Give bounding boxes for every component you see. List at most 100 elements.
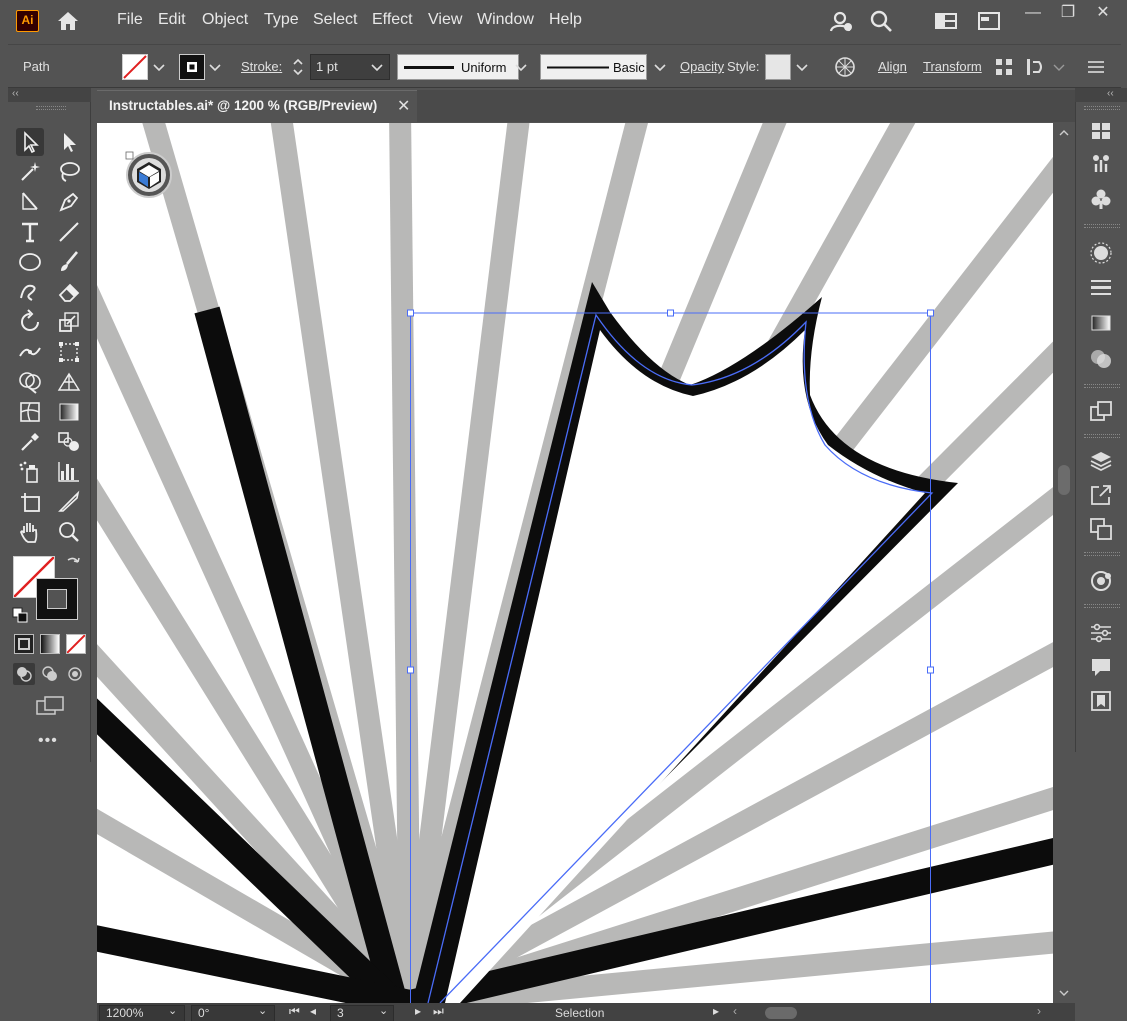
first-artboard-icon[interactable]: ⏮ bbox=[289, 1004, 300, 1019]
menu-select[interactable]: Select bbox=[313, 11, 357, 29]
pen-tool-icon[interactable] bbox=[16, 188, 44, 216]
brushes-icon[interactable] bbox=[1088, 150, 1114, 176]
opacity-label[interactable]: Opacity bbox=[680, 59, 724, 74]
vertical-scrollbar[interactable] bbox=[1053, 123, 1075, 1003]
gradient-mode-icon[interactable] bbox=[40, 634, 60, 654]
appearance-icon[interactable] bbox=[1088, 240, 1114, 266]
panel-grip[interactable] bbox=[36, 106, 66, 110]
scale-tool-icon[interactable] bbox=[55, 308, 83, 336]
recolor-artwork-icon[interactable] bbox=[833, 55, 857, 79]
previous-artboard-icon[interactable]: ◂ bbox=[310, 1004, 316, 1018]
select-similar-icon[interactable] bbox=[1023, 55, 1047, 79]
width-tool-icon[interactable] bbox=[16, 338, 44, 366]
symbols-icon[interactable] bbox=[1088, 186, 1114, 212]
cloud-users-icon[interactable] bbox=[828, 8, 854, 34]
graphic-style-swatch[interactable] bbox=[765, 54, 791, 80]
minimize-button[interactable]: — bbox=[1018, 2, 1048, 26]
artboard-canvas[interactable] bbox=[97, 123, 1053, 1003]
brush-dropdown-icon[interactable] bbox=[652, 57, 668, 77]
zoom-dropdown-icon[interactable]: ⌄ bbox=[168, 1004, 177, 1018]
none-mode-icon[interactable] bbox=[66, 634, 86, 654]
isolate-grid-icon[interactable] bbox=[992, 55, 1016, 79]
mesh-tool-icon[interactable] bbox=[16, 398, 44, 426]
menu-edit[interactable]: Edit bbox=[158, 11, 186, 29]
zoom-tool-icon[interactable] bbox=[55, 518, 83, 546]
lasso-tool-icon[interactable] bbox=[55, 158, 83, 186]
last-artboard-icon[interactable]: ⏭ bbox=[433, 1004, 444, 1019]
style-dropdown-icon[interactable] bbox=[794, 57, 810, 77]
panel-grip[interactable] bbox=[1084, 224, 1120, 228]
draw-normal-icon[interactable] bbox=[13, 663, 35, 685]
restore-button[interactable]: ❐ bbox=[1053, 2, 1083, 26]
select-similar-dropdown-icon[interactable] bbox=[1051, 57, 1067, 77]
magic-wand-tool-icon[interactable] bbox=[16, 158, 44, 186]
artboard-tool-icon[interactable] bbox=[16, 488, 44, 516]
next-artboard-icon[interactable]: ▸ bbox=[415, 1004, 421, 1018]
curvature-pen-icon[interactable] bbox=[55, 188, 83, 216]
panel-grip[interactable] bbox=[1084, 552, 1120, 556]
transform-label[interactable]: Transform bbox=[923, 59, 982, 74]
artboard-number-field[interactable]: 3 ⌄ bbox=[330, 1005, 394, 1021]
fill-dropdown-icon[interactable] bbox=[151, 57, 167, 77]
scroll-up-icon[interactable] bbox=[1056, 125, 1072, 141]
gradient-tool-icon[interactable] bbox=[55, 398, 83, 426]
artwork[interactable] bbox=[97, 123, 1053, 1003]
scroll-right-icon[interactable]: › bbox=[1037, 1004, 1041, 1018]
asset-export-icon[interactable] bbox=[1088, 398, 1114, 424]
swap-fill-stroke-icon[interactable] bbox=[64, 554, 82, 572]
comments-icon[interactable] bbox=[1088, 654, 1114, 680]
panel-menu-icon[interactable] bbox=[1084, 55, 1108, 79]
brush-definition-field[interactable]: Basic bbox=[540, 54, 647, 80]
shape-builder-tool-icon[interactable] bbox=[16, 368, 44, 396]
stroke-label[interactable]: Stroke: bbox=[241, 59, 282, 74]
stroke-swatch[interactable] bbox=[179, 54, 205, 80]
scroll-thumb[interactable] bbox=[1058, 465, 1070, 495]
close-tab-button[interactable]: ✕ bbox=[397, 96, 410, 116]
panels-collapse-strip[interactable]: ‹‹ bbox=[1075, 88, 1127, 102]
default-fill-stroke-icon[interactable] bbox=[12, 607, 28, 623]
screen-mode-icon[interactable] bbox=[34, 694, 66, 718]
perspective-grid-tool-icon[interactable] bbox=[55, 368, 83, 396]
selection-tool-icon[interactable] bbox=[16, 128, 44, 156]
profile-dropdown-icon[interactable] bbox=[513, 57, 529, 77]
stroke-weight-dropdown-icon[interactable] bbox=[369, 57, 385, 77]
type-tool-icon[interactable] bbox=[16, 218, 44, 246]
libraries-icon[interactable] bbox=[1088, 118, 1114, 144]
gradient-panel-icon[interactable] bbox=[1088, 310, 1114, 336]
hand-tool-icon[interactable] bbox=[16, 518, 44, 546]
fill-none-swatch[interactable] bbox=[122, 54, 148, 80]
menu-window[interactable]: Window bbox=[477, 11, 534, 29]
properties-icon[interactable] bbox=[1088, 620, 1114, 646]
eraser-tool-icon[interactable] bbox=[55, 278, 83, 306]
stroke-stepper-icon[interactable] bbox=[290, 54, 306, 80]
panel-grip[interactable] bbox=[1084, 106, 1120, 110]
color-themes-icon[interactable] bbox=[1088, 568, 1114, 594]
home-icon[interactable] bbox=[55, 8, 81, 34]
shaper-tool-icon[interactable] bbox=[16, 278, 44, 306]
scroll-left-icon[interactable]: ‹ bbox=[733, 1004, 737, 1018]
learn-icon[interactable] bbox=[1088, 688, 1114, 714]
free-transform-tool-icon[interactable] bbox=[55, 338, 83, 366]
column-graph-tool-icon[interactable] bbox=[55, 458, 83, 486]
arrange-documents-icon[interactable] bbox=[976, 8, 1002, 34]
rotation-dropdown-icon[interactable]: ⌄ bbox=[258, 1004, 267, 1018]
rotate-tool-icon[interactable] bbox=[16, 308, 44, 336]
workspace-layout-icon[interactable] bbox=[933, 8, 959, 34]
draw-inside-icon[interactable] bbox=[64, 663, 86, 685]
symbol-sprayer-tool-icon[interactable] bbox=[16, 458, 44, 486]
align-label[interactable]: Align bbox=[878, 59, 907, 74]
transparency-icon[interactable] bbox=[1088, 346, 1114, 372]
menu-view[interactable]: View bbox=[428, 11, 462, 29]
blend-tool-icon[interactable] bbox=[55, 428, 83, 456]
scroll-down-icon[interactable] bbox=[1056, 985, 1072, 1001]
panel-grip[interactable] bbox=[1084, 604, 1120, 608]
horizontal-scroll-thumb[interactable] bbox=[765, 1007, 797, 1019]
stroke-panel-icon[interactable] bbox=[1088, 274, 1114, 300]
menu-file[interactable]: File bbox=[117, 11, 143, 29]
zoom-field[interactable]: 1200% ⌄ bbox=[99, 1005, 185, 1021]
close-window-button[interactable]: ✕ bbox=[1088, 2, 1118, 26]
menu-help[interactable]: Help bbox=[549, 11, 582, 29]
artboards-icon[interactable] bbox=[1088, 516, 1114, 542]
paintbrush-tool-icon[interactable] bbox=[55, 248, 83, 276]
document-tab-title[interactable]: Instructables.ai* @ 1200 % (RGB/Preview) bbox=[109, 98, 377, 113]
